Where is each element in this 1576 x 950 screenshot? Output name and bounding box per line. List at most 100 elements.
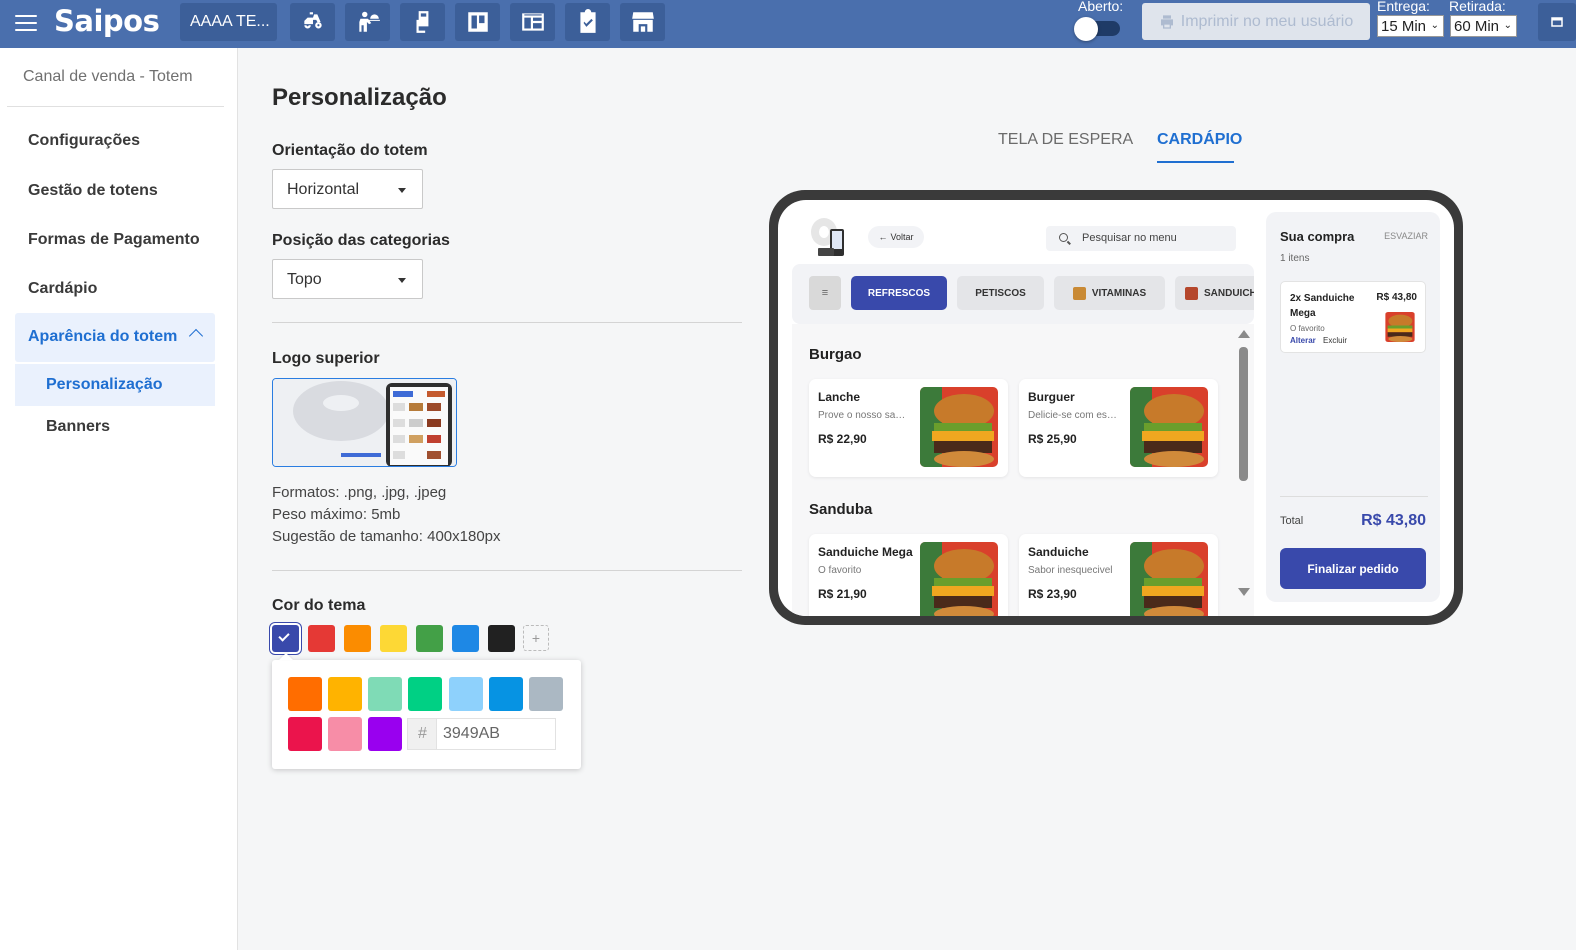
theme-color-swatch[interactable]	[308, 625, 335, 652]
hand-card-icon[interactable]	[400, 3, 445, 41]
layout-panel-icon[interactable]	[510, 3, 555, 41]
color-picker-arrow	[279, 653, 293, 660]
logo-size-hint-info: Sugestão de tamanho: 400x180px	[272, 528, 501, 545]
theme-color-swatch[interactable]	[416, 625, 443, 652]
category-refrescos[interactable]: REFRESCOS	[851, 276, 947, 310]
product-name: Sanduiche Mega	[818, 545, 913, 559]
orientation-value: Horizontal	[287, 181, 360, 198]
finish-order-button[interactable]: Finalizar pedido	[1280, 548, 1426, 589]
theme-color-swatch[interactable]	[380, 625, 407, 652]
picker-color-swatch[interactable]	[288, 677, 322, 711]
product-description: Delicie-se com esse burguer	[1028, 410, 1120, 421]
scroll-down-arrow-icon[interactable]	[1238, 588, 1250, 596]
sidebar-item-cardapio[interactable]: Cardápio	[28, 280, 97, 298]
picker-color-swatch[interactable]	[288, 717, 322, 751]
picker-color-swatch[interactable]	[328, 677, 362, 711]
category-sanduiches[interactable]: SANDUICHES	[1175, 276, 1254, 310]
preview-scrollbar-thumb[interactable]	[1239, 347, 1248, 481]
tab-tela-de-espera[interactable]: TELA DE ESPERA	[998, 131, 1133, 149]
delivery-time-select[interactable]: 15 Min ⌄	[1377, 15, 1444, 37]
picker-color-swatch[interactable]	[328, 717, 362, 751]
storefront-icon[interactable]	[620, 3, 665, 41]
sidebar-item-gestao-totens[interactable]: Gestão de totens	[28, 182, 158, 200]
check-icon	[278, 630, 290, 642]
sidebar-subitem-banners[interactable]: Banners	[46, 418, 110, 436]
product-card[interactable]: Burguer Delicie-se com esse burguer R$ 2…	[1019, 379, 1218, 477]
preview-search-bar[interactable]: Pesquisar no menu	[1046, 226, 1236, 251]
clipboard-check-icon[interactable]	[565, 3, 610, 41]
product-card[interactable]: Lanche Prove o nosso sanduíche R$ 22,90	[809, 379, 1008, 477]
category-petiscos[interactable]: PETISCOS	[957, 276, 1044, 310]
open-status-toggle[interactable]	[1074, 17, 1122, 41]
category-thumbnail-icon	[1072, 286, 1086, 300]
dropdown-arrow-icon	[398, 278, 406, 283]
category-position-select[interactable]: Topo	[272, 259, 423, 299]
sidebar-subitem-personalizacao[interactable]: Personalização	[15, 364, 215, 406]
sidebar-item-formas-pagamento[interactable]: Formas de Pagamento	[28, 231, 200, 249]
logo-upload-preview[interactable]	[272, 378, 457, 467]
active-tab-indicator	[1157, 161, 1234, 163]
cart-item-count: 1 itens	[1280, 253, 1310, 264]
store-selector-button[interactable]: AAAA TE...	[180, 3, 277, 41]
theme-color-swatch[interactable]	[272, 625, 299, 652]
preview-product-list: Burgao Lanche Prove o nosso sanduíche R$…	[792, 324, 1254, 616]
preview-back-button[interactable]: ← Voltar	[868, 226, 924, 248]
pickup-time-select[interactable]: 60 Min ⌄	[1450, 15, 1517, 37]
section-divider	[272, 322, 742, 323]
scroll-up-arrow-icon[interactable]	[1238, 330, 1250, 338]
category-vitaminas[interactable]: VITAMINAS	[1054, 276, 1165, 310]
open-status-label: Aberto:	[1078, 0, 1124, 14]
category-menu-icon[interactable]: ≡	[809, 276, 841, 310]
tab-cardapio[interactable]: CARDÁPIO	[1157, 131, 1242, 149]
picker-color-swatch[interactable]	[449, 677, 483, 711]
category-label: PETISCOS	[975, 287, 1026, 299]
delivery-scooter-icon[interactable]	[290, 3, 335, 41]
logo-max-weight-info: Peso máximo: 5mb	[272, 506, 401, 523]
delivery-time-label: Entrega:	[1377, 0, 1430, 14]
add-color-button[interactable]: +	[523, 625, 549, 651]
picker-color-swatch[interactable]	[529, 677, 563, 711]
waiter-serving-icon[interactable]	[345, 3, 390, 41]
panel-toggle-button[interactable]	[1538, 3, 1576, 41]
hex-color-input[interactable]	[436, 718, 556, 750]
sidebar-item-aparencia-totem[interactable]: Aparência do totem	[15, 313, 215, 362]
picker-color-swatch[interactable]	[489, 677, 523, 711]
picker-color-swatch[interactable]	[368, 717, 402, 751]
burger-image	[1130, 542, 1208, 616]
category-position-value: Topo	[287, 271, 322, 288]
cart-item-name: 2x Sanduiche Mega	[1290, 293, 1355, 319]
hamburger-menu-icon[interactable]	[14, 12, 38, 34]
picker-color-swatch[interactable]	[408, 677, 442, 711]
theme-color-swatch[interactable]	[344, 625, 371, 652]
chevron-down-icon: ⌄	[1503, 20, 1512, 31]
cart-divider	[1280, 496, 1428, 497]
product-card[interactable]: Sanduiche Mega O favorito R$ 21,90	[809, 534, 1008, 616]
print-my-user-button[interactable]: Imprimir no meu usuário	[1142, 3, 1370, 40]
sidebar-item-configuracoes[interactable]: Configurações	[28, 132, 140, 150]
cart-item-edit-link[interactable]: Alterar	[1290, 336, 1316, 345]
print-button-label: Imprimir no meu usuário	[1180, 12, 1354, 30]
product-description: Prove o nosso sanduíche	[818, 410, 910, 421]
sidebar: Canal de venda - Totem Configurações Ges…	[0, 48, 238, 950]
category-position-label: Posição das categorias	[272, 232, 450, 249]
sidebar-subitem-label: Personalização	[46, 376, 163, 393]
search-icon	[1059, 233, 1068, 242]
orientation-select[interactable]: Horizontal	[272, 169, 423, 209]
kanban-board-icon[interactable]	[455, 3, 500, 41]
cart-total-value: R$ 43,80	[1361, 512, 1426, 529]
cart-item-remove-link[interactable]: Excluir	[1323, 336, 1347, 345]
totem-preview-screen: ← Voltar Pesquisar no menu ≡ REFRESCOS P…	[778, 200, 1454, 616]
window-icon	[1551, 17, 1563, 27]
product-card[interactable]: Sanduiche Sabor inesquecivel R$ 23,90	[1019, 534, 1218, 616]
back-label: Voltar	[890, 232, 914, 242]
logo-preview-image	[273, 379, 456, 466]
delivery-time-value: 15 Min	[1381, 17, 1427, 35]
theme-color-swatch[interactable]	[452, 625, 479, 652]
cart-empty-button[interactable]: ESVAZIAR	[1384, 231, 1428, 241]
picker-color-swatch[interactable]	[368, 677, 402, 711]
page-title: Personalização	[272, 84, 447, 111]
pickup-time-label: Retirada:	[1449, 0, 1506, 14]
theme-color-swatch[interactable]	[488, 625, 515, 652]
burger-image	[1130, 387, 1208, 467]
cart-item-price: R$ 43,80	[1376, 292, 1417, 303]
